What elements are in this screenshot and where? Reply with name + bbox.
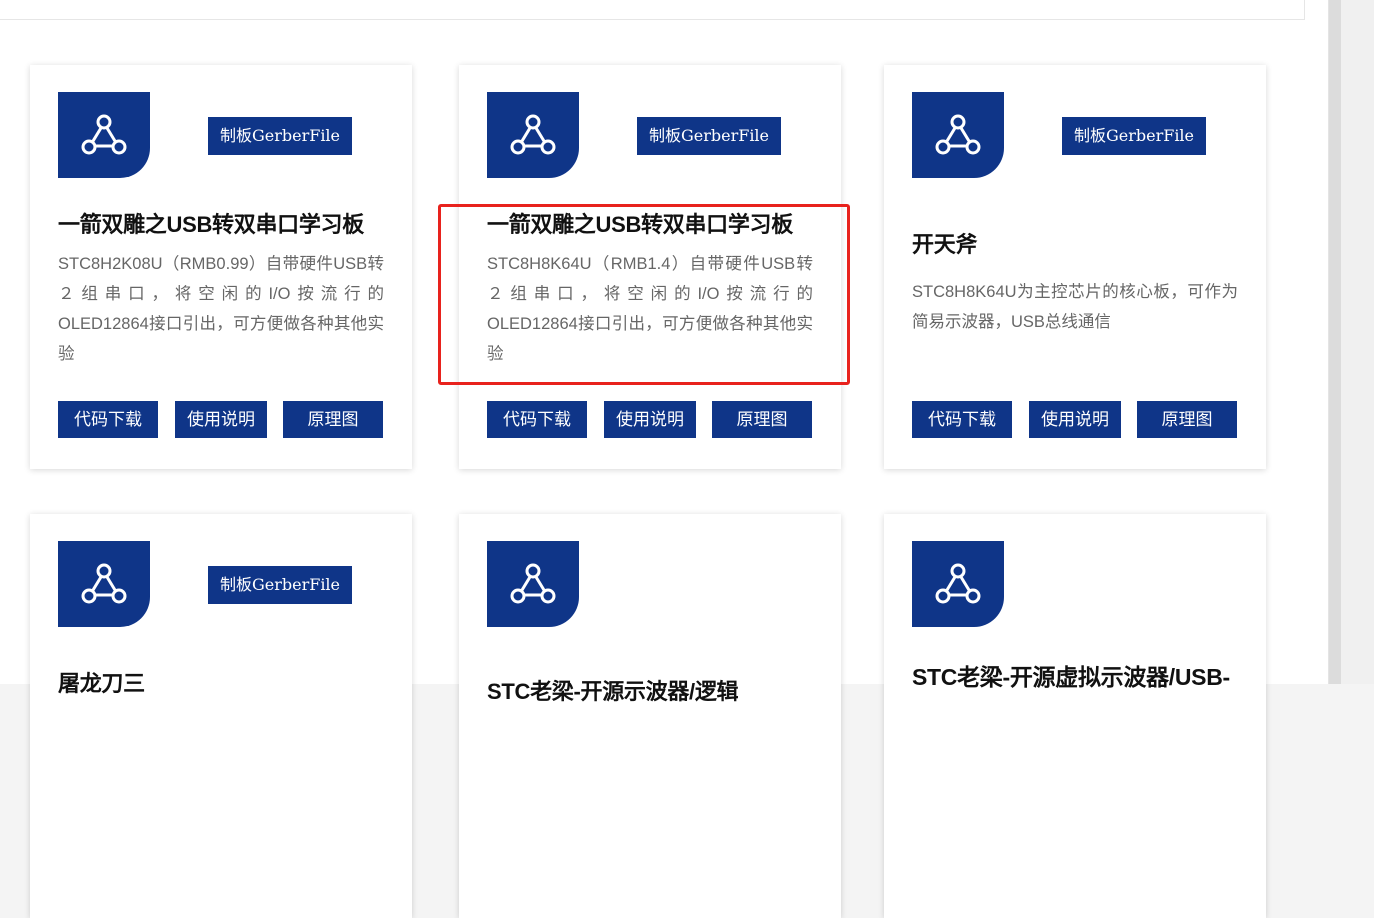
gerber-file-button[interactable]: 制板GerberFile [1062, 117, 1206, 155]
user-manual-button[interactable]: 使用说明 [1029, 401, 1121, 438]
share-nodes-icon [487, 541, 579, 627]
user-manual-button[interactable]: 使用说明 [604, 401, 696, 438]
share-nodes-icon [487, 92, 579, 178]
card-description: STC8H2K08U（RMB0.99）自带硬件USB转２组串口，将空闲的I/O按… [58, 255, 384, 363]
product-card: STC老梁-开源示波器/逻辑 [459, 514, 841, 918]
highlight-box [438, 204, 850, 385]
scrollbar-thumb[interactable] [1329, 0, 1341, 684]
page-content: 制板GerberFile 一箭双雕之USB转双串口学习板 STC8H2K08U（… [0, 0, 1328, 918]
gerber-file-button[interactable]: 制板GerberFile [208, 566, 352, 604]
gerber-file-button[interactable]: 制板GerberFile [208, 117, 352, 155]
card-title: 屠龙刀三 [58, 671, 145, 696]
code-download-button[interactable]: 代码下载 [58, 401, 158, 438]
top-panel [0, 0, 1305, 20]
schematic-button[interactable]: 原理图 [712, 401, 812, 438]
product-card: STC老梁-开源虚拟示波器/USB- [884, 514, 1266, 918]
share-nodes-icon [912, 92, 1004, 178]
code-download-button[interactable]: 代码下载 [912, 401, 1012, 438]
gerber-file-button[interactable]: 制板GerberFile [637, 117, 781, 155]
card-title: STC老梁-开源虚拟示波器/USB- [912, 664, 1230, 690]
product-card: 制板GerberFile 一箭双雕之USB转双串口学习板 STC8H2K08U（… [30, 65, 412, 469]
share-nodes-icon [58, 92, 150, 178]
schematic-button[interactable]: 原理图 [283, 401, 383, 438]
share-nodes-icon [58, 541, 150, 627]
card-title: 开天斧 [912, 232, 978, 257]
user-manual-button[interactable]: 使用说明 [175, 401, 267, 438]
card-title: STC老梁-开源示波器/逻辑 [487, 679, 739, 704]
schematic-button[interactable]: 原理图 [1137, 401, 1237, 438]
code-download-button[interactable]: 代码下载 [487, 401, 587, 438]
card-description: STC8H8K64U为主控芯片的核心板，可作为简易示波器，USB总线通信 [912, 283, 1238, 331]
share-nodes-icon [912, 541, 1004, 627]
product-card: 制板GerberFile 开天斧 STC8H8K64U为主控芯片的核心板，可作为… [884, 65, 1266, 469]
card-title: 一箭双雕之USB转双串口学习板 [58, 212, 364, 237]
product-card: 制板GerberFile 屠龙刀三 [30, 514, 412, 918]
